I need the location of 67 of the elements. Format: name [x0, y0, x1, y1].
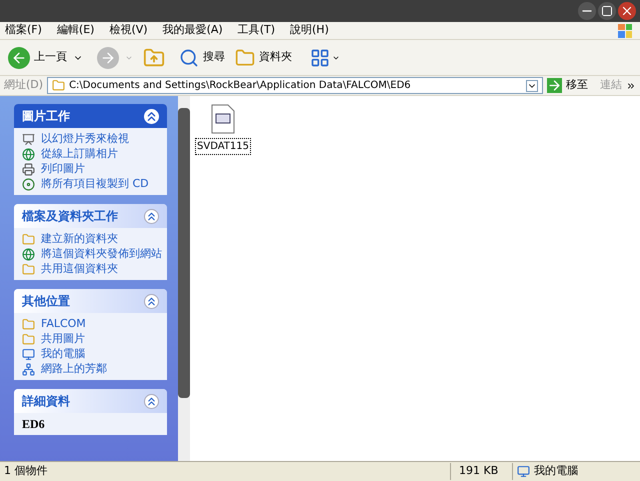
- computer-icon: [22, 348, 35, 360]
- file-icon[interactable]: [211, 104, 235, 134]
- go-button[interactable]: 移至: [547, 77, 588, 94]
- task-link[interactable]: 共用這個資料夾: [41, 262, 118, 276]
- task-link[interactable]: 列印圖片: [41, 162, 85, 176]
- views-icon: [310, 48, 330, 68]
- panel-header[interactable]: 檔案及資料夾工作: [14, 204, 167, 228]
- task-link[interactable]: 從線上訂購相片: [41, 147, 118, 161]
- collapse-icon[interactable]: [144, 208, 159, 224]
- file-name[interactable]: SVDAT115: [195, 138, 251, 155]
- search-button[interactable]: 搜尋: [179, 48, 225, 68]
- panel-header[interactable]: 其他位置: [14, 289, 167, 313]
- panel-header[interactable]: 圖片工作: [14, 104, 167, 128]
- status-size: 191 KB: [450, 463, 512, 480]
- address-field[interactable]: C:\Documents and Settings\RockBear\Application Data\FALCOM\ED6: [47, 77, 543, 94]
- disc-icon: [22, 178, 35, 190]
- task-link[interactable]: 建立新的資料夾: [41, 232, 118, 246]
- back-button[interactable]: 上一頁: [8, 46, 67, 68]
- computer-icon: [517, 465, 530, 478]
- network-icon: [22, 362, 35, 376]
- scrollbar[interactable]: [178, 96, 190, 461]
- collapse-icon[interactable]: [144, 108, 159, 124]
- globe-icon: [22, 248, 35, 260]
- task-link[interactable]: 將這個資料夾發佈到網站: [41, 247, 162, 261]
- panel-title: 檔案及資料夾工作: [22, 208, 118, 225]
- task-link[interactable]: 我的電腦: [41, 347, 85, 361]
- menu-item[interactable]: 工具(T): [232, 22, 280, 39]
- panel-title: 其他位置: [22, 293, 70, 310]
- collapse-icon[interactable]: [144, 394, 159, 408]
- menu-item[interactable]: 說明(H): [285, 22, 334, 39]
- folder-icon: [22, 232, 35, 246]
- printer-icon: [22, 162, 35, 176]
- folder-icon: [52, 79, 66, 92]
- chevron-icon[interactable]: [626, 80, 636, 90]
- windows-logo-icon: [618, 24, 632, 38]
- folder-icon: [22, 318, 35, 330]
- folders-button[interactable]: 資料夾: [235, 48, 292, 68]
- folder-icon: [22, 262, 35, 276]
- task-link[interactable]: 將所有項目複製到 CD: [41, 177, 149, 191]
- globe-icon: [22, 148, 35, 160]
- search-icon: [179, 48, 199, 68]
- menu-item[interactable]: 檔案(F): [0, 22, 47, 39]
- maximize-icon[interactable]: [598, 2, 616, 20]
- menu-item[interactable]: 編輯(E): [52, 22, 100, 39]
- menu-item[interactable]: 檢視(V): [104, 22, 153, 39]
- panel-title: 詳細資料: [22, 393, 70, 410]
- panel-header[interactable]: 詳細資料: [14, 389, 167, 413]
- task-link[interactable]: 以幻燈片秀來檢視: [41, 132, 129, 146]
- scrollbar-thumb[interactable]: [178, 108, 190, 398]
- close-icon[interactable]: [618, 2, 636, 20]
- address-path: C:\Documents and Settings\RockBear\Application Data\FALCOM\ED6: [69, 79, 412, 93]
- collapse-icon[interactable]: [144, 294, 159, 308]
- folder-icon: [22, 332, 35, 346]
- slideshow-icon: [22, 132, 35, 146]
- address-label: 網址(D): [4, 77, 44, 94]
- task-link[interactable]: FALCOM: [41, 317, 86, 331]
- views-button[interactable]: [310, 48, 340, 68]
- detail-title: ED6: [22, 417, 46, 431]
- status-count: 1 個物件: [3, 463, 48, 480]
- folder-icon: [235, 48, 255, 68]
- minimize-icon[interactable]: [578, 2, 596, 20]
- status-location: 我的電腦: [534, 463, 578, 480]
- panel-title: 圖片工作: [22, 108, 70, 125]
- task-link[interactable]: 網路上的芳鄰: [41, 362, 107, 376]
- menu-item[interactable]: 我的最愛(A): [158, 22, 228, 39]
- dropdown-icon[interactable]: [526, 80, 538, 92]
- task-link[interactable]: 共用圖片: [41, 332, 85, 346]
